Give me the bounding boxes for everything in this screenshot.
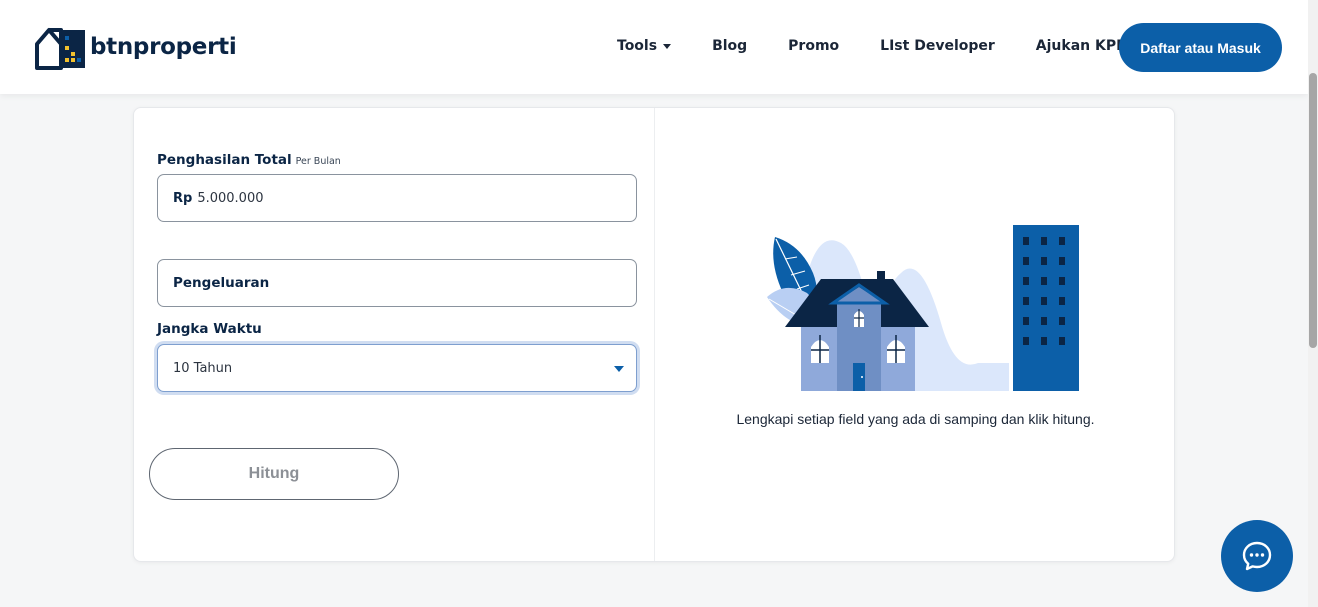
logo[interactable]: btnproperti [34,24,237,70]
nav-blog[interactable]: Blog [712,38,747,54]
scrollbar[interactable] [1308,0,1318,607]
nav-tools-label: Tools [617,38,658,54]
nav-promo[interactable]: Promo [788,38,839,54]
chat-bubble-icon [1242,541,1272,571]
expense-placeholder: Pengeluaran [173,275,270,291]
house-building-illustration [767,225,1079,391]
hitung-button[interactable]: Hitung [149,448,399,500]
page: btnproperti Tools Blog Promo LIst Develo… [0,0,1318,607]
scrollbar-thumb[interactable] [1309,73,1317,348]
caret-down-icon [614,366,624,372]
term-selected-value: 10 Tahun [173,360,233,376]
expense-input[interactable]: Pengeluaran [157,259,637,307]
divider [654,108,655,561]
login-register-button[interactable]: Daftar atau Masuk [1119,23,1282,72]
income-sublabel: Per Bulan [295,156,341,167]
term-label: Jangka Waktu [157,321,262,337]
header: btnproperti Tools Blog Promo LIst Develo… [0,0,1308,94]
nav-ajukan-kpr[interactable]: Ajukan KPR [1036,38,1127,54]
nav-list-developer[interactable]: LIst Developer [880,38,995,54]
income-label: Penghasilan Total Per Bulan [157,152,341,168]
nav-blog-label: Blog [712,38,748,54]
caret-down-icon [663,43,672,49]
chat-button[interactable] [1221,520,1293,592]
nav-tools[interactable]: Tools [617,38,672,54]
income-value: 5.000.000 [197,190,264,206]
nav-list-developer-label: LIst Developer [880,38,995,54]
house-logo-icon [35,28,85,70]
logo-text: btnproperti [90,34,237,60]
currency-prefix: Rp [173,190,193,206]
nav-promo-label: Promo [788,38,840,54]
main-nav: Tools Blog Promo LIst Developer Ajukan K… [617,38,1127,54]
result-hint: Lengkapi setiap field yang ada di sampin… [736,411,1095,427]
nav-ajukan-kpr-label: Ajukan KPR [1035,38,1127,54]
calculator-card: Penghasilan Total Per Bulan Rp 5.000.000 … [133,107,1175,562]
term-select[interactable]: 10 Tahun [157,344,637,392]
income-label-text: Penghasilan Total [157,152,292,168]
income-input[interactable]: Rp 5.000.000 [157,174,637,222]
